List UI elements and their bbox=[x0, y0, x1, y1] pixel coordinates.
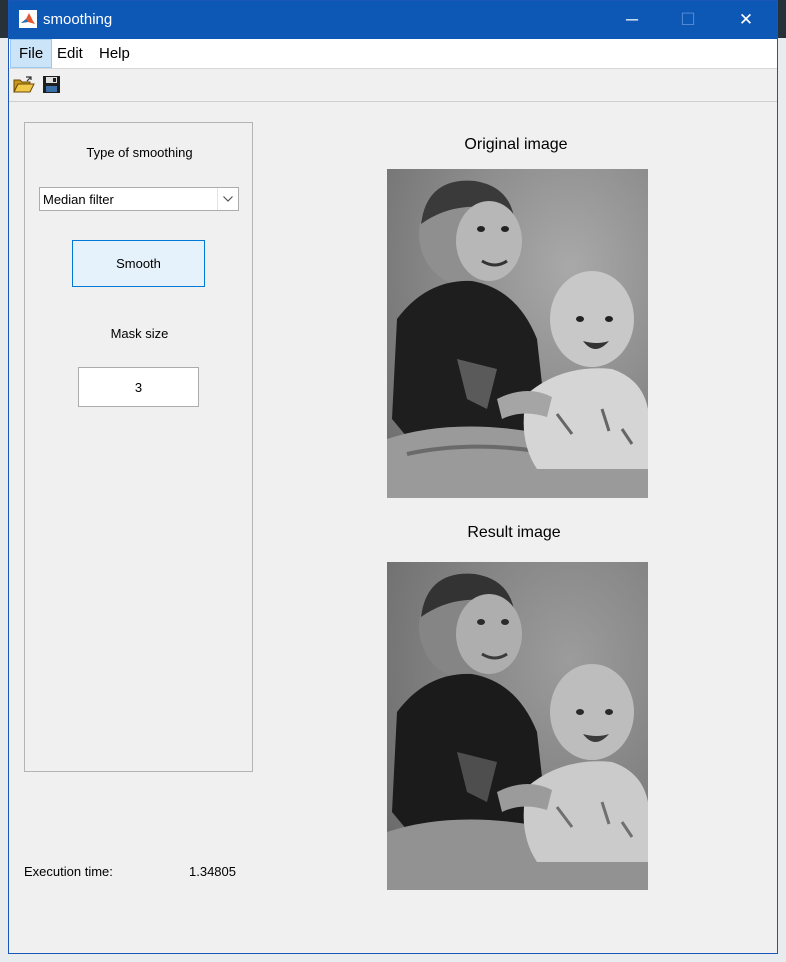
open-folder-icon[interactable] bbox=[13, 75, 35, 95]
close-button[interactable]: ✕ bbox=[723, 1, 769, 39]
mask-size-label: Mask size bbox=[110, 326, 169, 341]
menu-edit[interactable]: Edit bbox=[49, 39, 91, 68]
save-icon[interactable] bbox=[41, 75, 63, 95]
result-image bbox=[387, 562, 648, 890]
dropdown-selected-value: Median filter bbox=[43, 192, 114, 207]
menu-file[interactable]: File bbox=[10, 39, 53, 68]
mask-size-input[interactable]: 3 bbox=[78, 367, 199, 407]
type-of-smoothing-label: Type of smoothing bbox=[86, 145, 193, 160]
result-image-title: Result image bbox=[467, 524, 561, 541]
matlab-logo-icon bbox=[19, 10, 37, 28]
menu-help[interactable]: Help bbox=[91, 39, 138, 68]
execution-time-value: 1.34805 bbox=[189, 864, 236, 879]
window-title: smoothing bbox=[43, 11, 113, 28]
original-image-title: Original image bbox=[464, 136, 568, 153]
smooth-button[interactable]: Smooth bbox=[72, 240, 205, 287]
title-bar[interactable]: smoothing ─ ☐ ✕ bbox=[9, 1, 777, 39]
smoothing-type-dropdown[interactable]: Median filter bbox=[39, 187, 239, 211]
minimize-button[interactable]: ─ bbox=[609, 1, 655, 39]
chevron-down-icon[interactable] bbox=[217, 188, 238, 210]
execution-time-label: Execution time: bbox=[24, 864, 113, 879]
menu-bar: File Edit Help bbox=[9, 39, 777, 69]
app-window: smoothing ─ ☐ ✕ File Edit Help Type of s… bbox=[8, 0, 778, 954]
original-image bbox=[387, 169, 648, 498]
control-panel: Type of smoothing Median filter Smooth M… bbox=[24, 122, 253, 772]
maximize-button[interactable]: ☐ bbox=[665, 1, 711, 39]
toolbar bbox=[9, 69, 777, 102]
